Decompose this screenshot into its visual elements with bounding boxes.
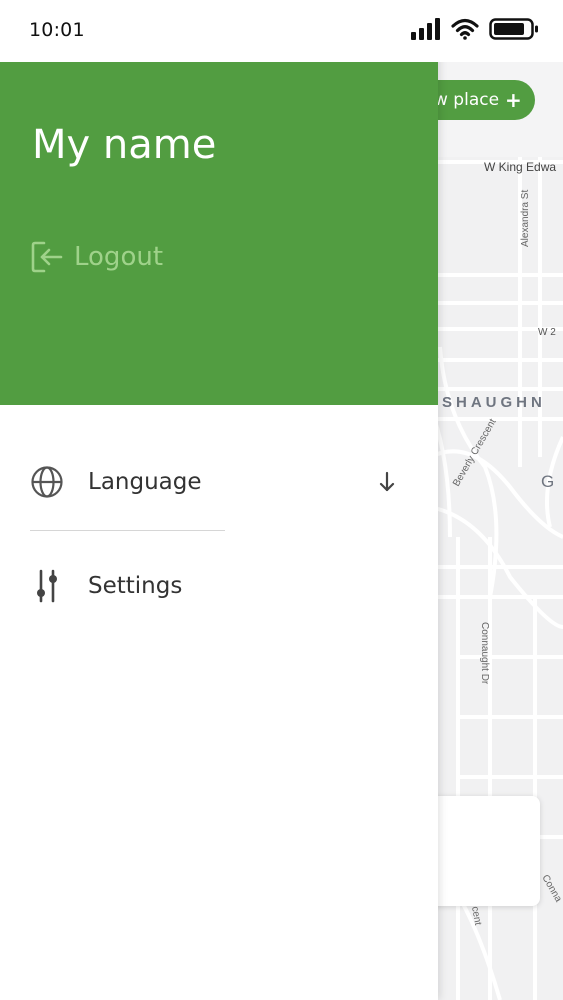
map-label-connaught: Connaught Dr: [479, 622, 490, 685]
map-label-g: G: [541, 472, 554, 491]
user-name: My name: [32, 122, 217, 168]
plus-icon: +: [505, 88, 522, 112]
signal-icon: [411, 18, 440, 40]
map-label-alexandra: Alexandra St: [520, 190, 531, 247]
menu-item-language[interactable]: Language: [30, 465, 400, 499]
map-label-w2: W 2: [538, 327, 556, 338]
add-place-label: w place: [434, 90, 500, 110]
logout-icon: [31, 241, 63, 273]
drawer-header: My name Logout: [0, 62, 438, 405]
menu-item-label: Language: [88, 469, 202, 495]
arrow-down-icon[interactable]: [378, 471, 396, 493]
map-info-card[interactable]: [430, 796, 540, 906]
sliders-icon: [37, 569, 57, 603]
battery-icon: [489, 18, 538, 40]
status-bar: 10:01: [0, 0, 563, 62]
status-icons: [411, 18, 539, 40]
wifi-icon: [451, 18, 479, 40]
menu-divider: [30, 530, 225, 531]
logout-button[interactable]: Logout: [30, 240, 163, 274]
globe-icon: [31, 466, 63, 498]
map-label-street-top: W King Edwa: [484, 160, 556, 174]
menu-item-settings[interactable]: Settings: [30, 568, 400, 604]
map-label-area: SHAUGHN: [442, 394, 546, 411]
map-view[interactable]: w place + W King Edwa Alexandra St W 2 S…: [430, 62, 563, 1000]
navigation-drawer: My name Logout Language Settings: [0, 0, 438, 1000]
logout-label: Logout: [74, 242, 164, 272]
add-place-button[interactable]: w place +: [430, 80, 535, 120]
menu-item-label: Settings: [88, 573, 183, 599]
status-time: 10:01: [29, 19, 85, 41]
